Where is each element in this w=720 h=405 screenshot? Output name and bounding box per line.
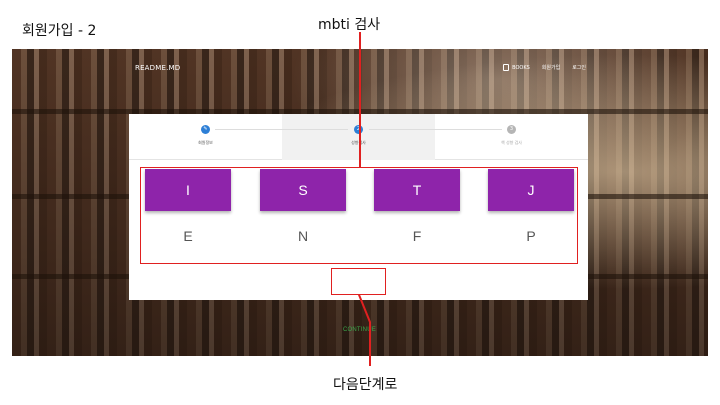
- annotation-box-continue: [331, 268, 386, 295]
- nav-books-link[interactable]: BOOKS: [503, 64, 530, 71]
- annotation-connector-bottom: [369, 322, 371, 366]
- pencil-icon: ✎: [201, 125, 210, 134]
- nav-books-label: BOOKS: [512, 64, 530, 71]
- annotation-mbti-test: mbti 검사: [318, 17, 381, 33]
- step-book-test[interactable]: 3 책 성향 검사: [435, 125, 588, 146]
- top-nav: BOOKS 회원가입 로그인: [503, 64, 586, 71]
- annotation-box-mbti: [140, 167, 578, 264]
- slide-title: 회원가입 - 2: [22, 23, 97, 39]
- annotation-connector-top: [359, 32, 361, 168]
- step-number: 3: [507, 125, 516, 134]
- step-label: 책 성향 검사: [501, 140, 522, 145]
- annotation-next-step: 다음단계로: [333, 377, 398, 393]
- nav-login-link[interactable]: 로그인: [572, 64, 586, 71]
- step-member-info[interactable]: ✎ 회원정보: [129, 125, 282, 146]
- nav-signup-link[interactable]: 회원가입: [542, 64, 560, 71]
- cart-icon: [503, 64, 510, 71]
- step-label: 회원정보: [198, 140, 213, 145]
- brand-logo[interactable]: README.MD: [135, 64, 180, 72]
